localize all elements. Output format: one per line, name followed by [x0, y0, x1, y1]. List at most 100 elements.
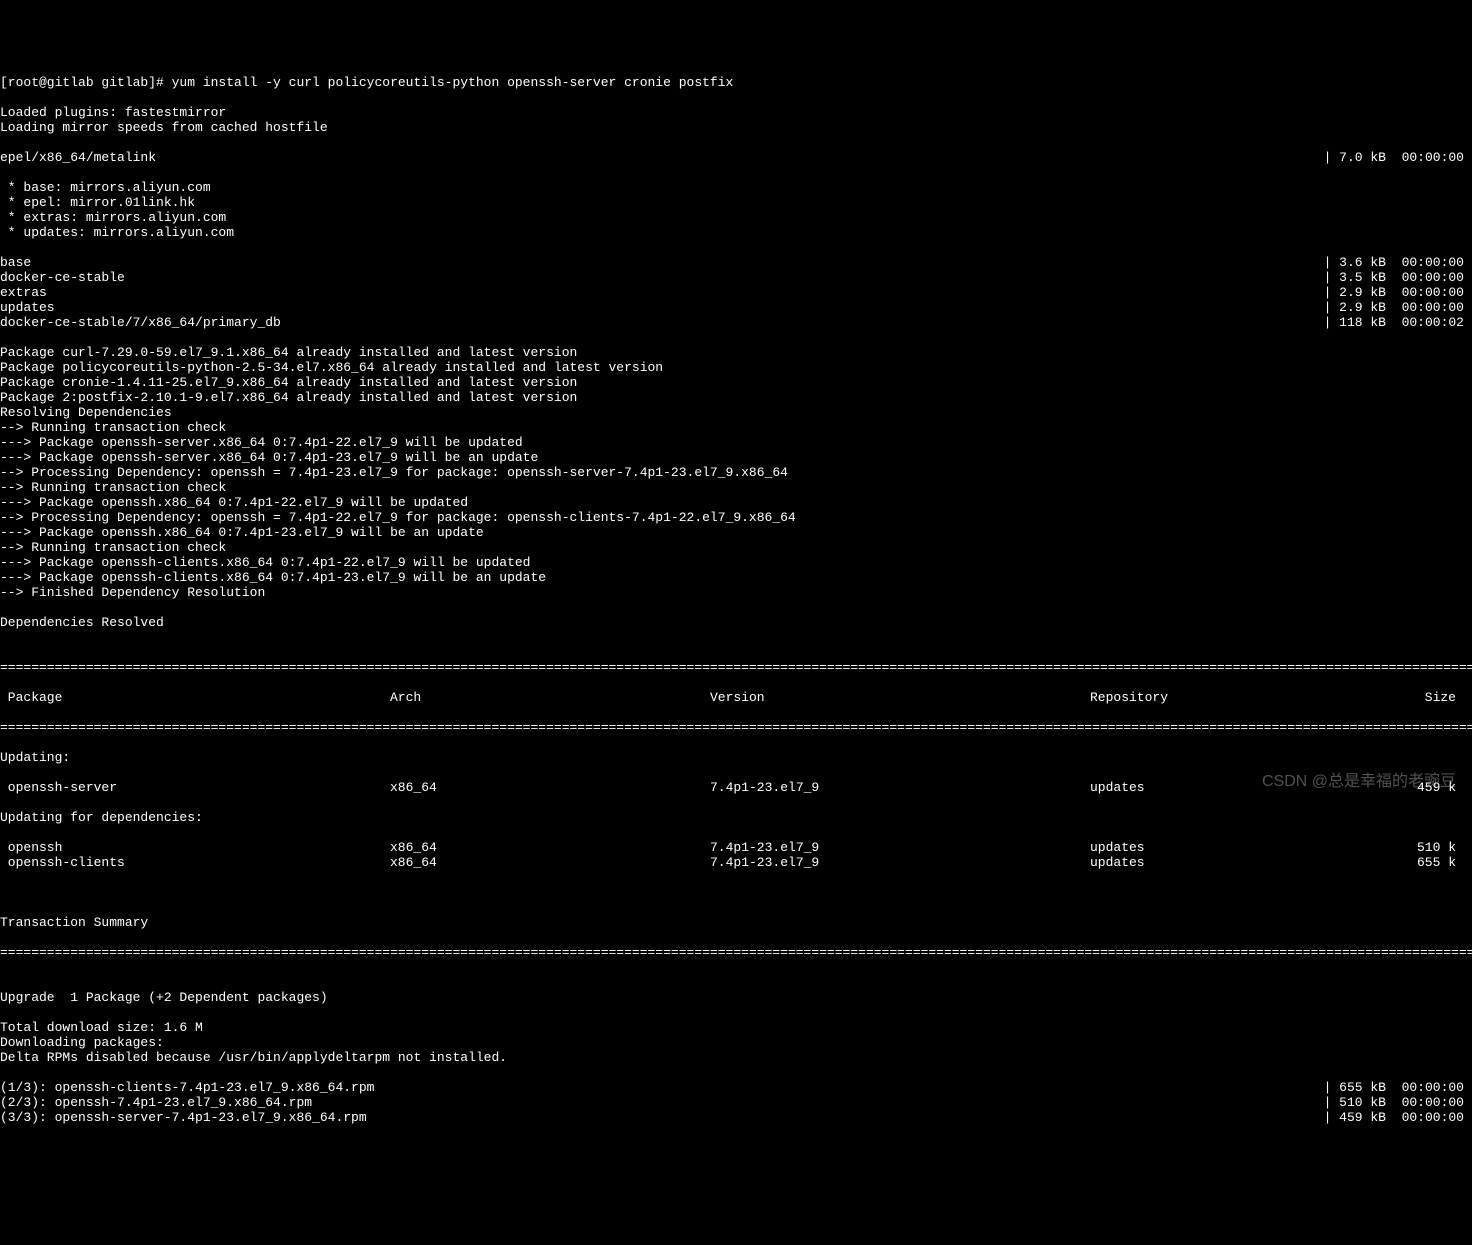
cell-size: 510 k [1410, 840, 1472, 855]
terminal-line: Package cronie-1.4.11-25.el7_9.x86_64 al… [0, 375, 1472, 390]
terminal-line [0, 630, 1472, 645]
terminal-line: * updates: mirrors.aliyun.com [0, 225, 1472, 240]
cell-ver: 7.4p1-23.el7_9 [710, 855, 1090, 870]
cell-pkg: openssh-server [0, 780, 390, 795]
terminal-line: Package policycoreutils-python-2.5-34.el… [0, 360, 1472, 375]
terminal-line: Dependencies Resolved [0, 615, 1472, 630]
terminal-line [0, 600, 1472, 615]
terminal-line: Package 2:postfix-2.10.1-9.el7.x86_64 al… [0, 390, 1472, 405]
terminal-line: Package curl-7.29.0-59.el7_9.1.x86_64 al… [0, 345, 1472, 360]
terminal-line: --> Running transaction check [0, 540, 1472, 555]
summary-lines: Upgrade 1 Package (+2 Dependent packages… [0, 975, 1472, 1065]
line-left: (1/3): openssh-clients-7.4p1-23.el7_9.x8… [0, 1080, 374, 1095]
col-arch: Arch [390, 690, 710, 705]
section-tx-summary: Transaction Summary [0, 915, 1472, 930]
terminal-line: ---> Package openssh-clients.x86_64 0:7.… [0, 570, 1472, 585]
ruler-mid: ========================================… [0, 720, 1472, 735]
line-right: | 510 kB 00:00:00 [1324, 1095, 1472, 1110]
terminal-line: (3/3): openssh-server-7.4p1-23.el7_9.x86… [0, 1110, 1472, 1125]
terminal-line: --> Running transaction check [0, 480, 1472, 495]
terminal-line: docker-ce-stable/7/x86_64/primary_db | 11… [0, 315, 1472, 330]
table-row: opensshx86_647.4p1-23.el7_9updates510 k [0, 840, 1472, 855]
terminal-line [0, 1005, 1472, 1020]
watermark: CSDN @总是幸福的老豌豆 [1262, 774, 1456, 789]
package-rows-deps: opensshx86_647.4p1-23.el7_9updates510 k … [0, 840, 1472, 870]
line-left: updates [0, 300, 55, 315]
terminal-line: docker-ce-stable | 3.5 kB 00:00:00 [0, 270, 1472, 285]
ruler-bottom: ========================================… [0, 945, 1472, 960]
col-size: Size [1410, 690, 1472, 705]
line-left: docker-ce-stable/7/x86_64/primary_db [0, 315, 281, 330]
terminal-line: base | 3.6 kB 00:00:00 [0, 255, 1472, 270]
line-left: epel/x86_64/metalink [0, 150, 156, 165]
terminal-line: updates | 2.9 kB 00:00:00 [0, 300, 1472, 315]
terminal-line: Loading mirror speeds from cached hostfi… [0, 120, 1472, 135]
line-left: base [0, 255, 31, 270]
package-rows-updating: openssh-serverx86_647.4p1-23.el7_9update… [0, 780, 1472, 795]
terminal-line: ---> Package openssh.x86_64 0:7.4p1-22.e… [0, 495, 1472, 510]
line-right: | 655 kB 00:00:00 [1324, 1080, 1472, 1095]
terminal-line: Total download size: 1.6 M [0, 1020, 1472, 1035]
table-row: openssh-clientsx86_647.4p1-23.el7_9updat… [0, 855, 1472, 870]
terminal-line: * extras: mirrors.aliyun.com [0, 210, 1472, 225]
blank-line [0, 885, 1472, 900]
terminal-line: --> Running transaction check [0, 420, 1472, 435]
line-right: | 3.5 kB 00:00:00 [1324, 270, 1472, 285]
line-right: | 2.9 kB 00:00:00 [1324, 285, 1472, 300]
cell-ver: 7.4p1-23.el7_9 [710, 840, 1090, 855]
terminal-line: --> Finished Dependency Resolution [0, 585, 1472, 600]
cell-pkg: openssh-clients [0, 855, 390, 870]
cell-pkg: openssh [0, 840, 390, 855]
cell-repo: updates [1090, 855, 1410, 870]
line-left: extras [0, 285, 47, 300]
terminal-line: ---> Package openssh-clients.x86_64 0:7.… [0, 555, 1472, 570]
terminal-line: (2/3): openssh-7.4p1-23.el7_9.x86_64.rpm… [0, 1095, 1472, 1110]
download-lines: (1/3): openssh-clients-7.4p1-23.el7_9.x8… [0, 1080, 1472, 1125]
col-package: Package [0, 690, 390, 705]
terminal-line: Upgrade 1 Package (+2 Dependent packages… [0, 990, 1472, 1005]
table-row: openssh-serverx86_647.4p1-23.el7_9update… [0, 780, 1472, 795]
dependency-lines: Package curl-7.29.0-59.el7_9.1.x86_64 al… [0, 345, 1472, 645]
prompt-line: [root@gitlab gitlab]# yum install -y cur… [0, 75, 1472, 90]
terminal-line: --> Processing Dependency: openssh = 7.4… [0, 465, 1472, 480]
terminal-line [0, 975, 1472, 990]
plugin-lines: Loaded plugins: fastestmirrorLoading mir… [0, 105, 1472, 135]
line-left: (2/3): openssh-7.4p1-23.el7_9.x86_64.rpm [0, 1095, 312, 1110]
terminal-line: epel/x86_64/metalink | 7.0 kB 00:00:00 [0, 150, 1472, 165]
cell-arch: x86_64 [390, 840, 710, 855]
cell-ver: 7.4p1-23.el7_9 [710, 780, 1090, 795]
ruler-top: ========================================… [0, 660, 1472, 675]
col-repository: Repository [1090, 690, 1410, 705]
line-right: | 7.0 kB 00:00:00 [1324, 150, 1472, 165]
line-left: (3/3): openssh-server-7.4p1-23.el7_9.x86… [0, 1110, 367, 1125]
terminal-line: extras | 2.9 kB 00:00:00 [0, 285, 1472, 300]
terminal-line: ---> Package openssh-server.x86_64 0:7.4… [0, 450, 1472, 465]
cell-arch: x86_64 [390, 855, 710, 870]
line-left: docker-ce-stable [0, 270, 125, 285]
terminal-line: --> Processing Dependency: openssh = 7.4… [0, 510, 1472, 525]
section-updating: Updating: [0, 750, 1472, 765]
cell-repo: updates [1090, 840, 1410, 855]
cell-size: 655 k [1410, 855, 1472, 870]
terminal-line: Downloading packages: [0, 1035, 1472, 1050]
line-right: | 3.6 kB 00:00:00 [1324, 255, 1472, 270]
terminal-line: ---> Package openssh.x86_64 0:7.4p1-23.e… [0, 525, 1472, 540]
terminal-line: Delta RPMs disabled because /usr/bin/app… [0, 1050, 1472, 1065]
line-right: | 2.9 kB 00:00:00 [1324, 300, 1472, 315]
cell-arch: x86_64 [390, 780, 710, 795]
line-right: | 118 kB 00:00:02 [1324, 315, 1472, 330]
terminal[interactable]: [root@gitlab gitlab]# yum install -y cur… [0, 60, 1472, 1140]
section-updating-deps: Updating for dependencies: [0, 810, 1472, 825]
terminal-line: Loaded plugins: fastestmirror [0, 105, 1472, 120]
mirror-lines: * base: mirrors.aliyun.com * epel: mirro… [0, 180, 1472, 240]
terminal-line: Resolving Dependencies [0, 405, 1472, 420]
col-version: Version [710, 690, 1090, 705]
line-right: | 459 kB 00:00:00 [1324, 1110, 1472, 1125]
table-header: Package Arch Version Repository Size [0, 690, 1472, 705]
terminal-line: * base: mirrors.aliyun.com [0, 180, 1472, 195]
terminal-line: * epel: mirror.01link.hk [0, 195, 1472, 210]
terminal-line: (1/3): openssh-clients-7.4p1-23.el7_9.x8… [0, 1080, 1472, 1095]
repo-lines-2: base | 3.6 kB 00:00:00 docker-ce-stable | 3… [0, 255, 1472, 330]
terminal-line: ---> Package openssh-server.x86_64 0:7.4… [0, 435, 1472, 450]
repo-lines: epel/x86_64/metalink | 7.0 kB 00:00:00 [0, 150, 1472, 165]
